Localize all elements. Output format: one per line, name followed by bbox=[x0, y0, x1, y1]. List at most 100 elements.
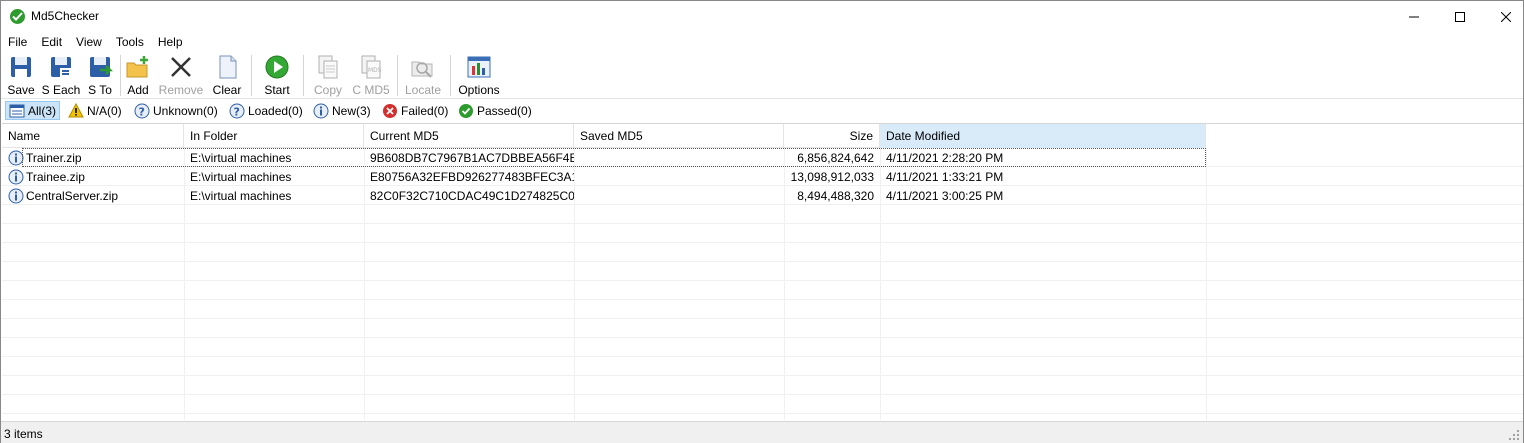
list-header: Name In Folder Current MD5 Saved MD5 Siz… bbox=[2, 124, 1206, 148]
empty-row bbox=[2, 224, 1523, 243]
app-check-icon bbox=[10, 9, 25, 24]
cell-current-md5: 9B608DB7C7967B1AC7DBBEA56F4E... bbox=[370, 151, 574, 165]
list-rows: Trainer.zip E:\virtual machines 9B608DB7… bbox=[2, 148, 1523, 414]
menu-bar: File Edit View Tools Help bbox=[1, 32, 1523, 52]
title-bar: Md5Checker bbox=[1, 1, 1523, 32]
copy-button[interactable]: Copy bbox=[313, 54, 343, 97]
cell-size: 6,856,824,642 bbox=[797, 151, 874, 165]
filter-na-label: N/A(0) bbox=[87, 103, 122, 118]
folder-add-icon bbox=[125, 54, 151, 80]
filter-unknown-label: Unknown(0) bbox=[153, 103, 218, 118]
cell-saved-md5 bbox=[574, 167, 784, 186]
filter-unknown[interactable]: ? Unknown(0) bbox=[131, 101, 221, 120]
toolbar-separator bbox=[450, 55, 451, 96]
empty-row bbox=[2, 319, 1523, 338]
close-button[interactable] bbox=[1483, 1, 1524, 32]
remove-x-icon bbox=[168, 54, 194, 80]
info-icon bbox=[313, 103, 329, 119]
empty-row bbox=[2, 243, 1523, 262]
save-to-icon bbox=[87, 54, 114, 80]
table-row[interactable]: Trainee.zip E:\virtual machines E80756A3… bbox=[2, 167, 1523, 186]
filter-passed[interactable]: Passed(0) bbox=[455, 101, 535, 120]
column-header-saved-md5[interactable]: Saved MD5 bbox=[574, 124, 784, 148]
empty-row bbox=[2, 338, 1523, 357]
status-text: 3 items bbox=[4, 427, 43, 441]
cell-folder: E:\virtual machines bbox=[190, 189, 292, 203]
filter-bar: All(3) N/A(0) ? Unknown(0) ? Loaded(0) N… bbox=[1, 99, 1523, 122]
floppy-disk-icon bbox=[8, 54, 34, 80]
save-button[interactable]: Save bbox=[7, 54, 35, 97]
save-each-label: S Each bbox=[41, 83, 81, 97]
column-header-size[interactable]: Size bbox=[784, 124, 880, 148]
menu-tools[interactable]: Tools bbox=[109, 32, 151, 52]
cell-date: 4/11/2021 3:00:25 PM bbox=[886, 189, 1004, 203]
copy-md5-button[interactable]: MD5 C MD5 bbox=[351, 54, 391, 97]
clear-button[interactable]: Clear bbox=[212, 54, 242, 97]
cell-current-md5: 82C0F32C710CDAC49C1D274825C0... bbox=[370, 189, 574, 203]
options-label: Options bbox=[458, 83, 500, 97]
svg-text:?: ? bbox=[139, 105, 145, 118]
cell-size: 13,098,912,033 bbox=[790, 170, 874, 184]
status-bar: 3 items bbox=[1, 421, 1523, 443]
svg-text:?: ? bbox=[234, 105, 240, 118]
save-to-label: S To bbox=[88, 83, 112, 97]
remove-button[interactable]: Remove bbox=[159, 54, 203, 97]
filter-passed-label: Passed(0) bbox=[477, 103, 532, 118]
menu-file[interactable]: File bbox=[1, 32, 34, 52]
save-each-button[interactable]: S Each bbox=[42, 54, 80, 97]
save-label: Save bbox=[7, 83, 35, 97]
filter-new[interactable]: New(3) bbox=[310, 101, 374, 120]
options-button[interactable]: Options bbox=[457, 54, 501, 97]
cell-size: 8,494,488,320 bbox=[797, 189, 874, 203]
resize-grip-icon[interactable] bbox=[1508, 429, 1520, 441]
filter-loaded[interactable]: ? Loaded(0) bbox=[226, 101, 306, 120]
toolbar-separator bbox=[251, 55, 252, 96]
remove-label: Remove bbox=[158, 83, 204, 97]
cell-name: Trainer.zip bbox=[26, 151, 82, 165]
play-icon bbox=[264, 54, 290, 80]
column-header-folder[interactable]: In Folder bbox=[184, 124, 364, 148]
filter-all[interactable]: All(3) bbox=[5, 101, 61, 120]
filter-all-label: All(3) bbox=[28, 103, 57, 118]
window-title: Md5Checker bbox=[31, 9, 100, 23]
empty-row bbox=[2, 281, 1523, 300]
question-icon: ? bbox=[229, 103, 245, 119]
column-header-date-modified[interactable]: Date Modified bbox=[880, 124, 1206, 148]
maximize-button[interactable] bbox=[1437, 1, 1483, 32]
cell-date: 4/11/2021 1:33:21 PM bbox=[886, 170, 1004, 184]
add-button[interactable]: Add bbox=[125, 54, 151, 97]
warning-icon bbox=[68, 102, 84, 119]
copy-label: Copy bbox=[313, 83, 342, 97]
column-header-name[interactable]: Name bbox=[2, 124, 184, 148]
options-chart-icon bbox=[466, 54, 492, 80]
menu-edit[interactable]: Edit bbox=[34, 32, 69, 52]
column-header-current-md5[interactable]: Current MD5 bbox=[364, 124, 574, 148]
svg-text:MD5: MD5 bbox=[368, 67, 382, 74]
file-list[interactable]: Name In Folder Current MD5 Saved MD5 Siz… bbox=[2, 123, 1523, 420]
filter-na[interactable]: N/A(0) bbox=[65, 101, 125, 120]
menu-help[interactable]: Help bbox=[151, 32, 190, 52]
cell-date: 4/11/2021 2:28:20 PM bbox=[886, 151, 1004, 165]
list-view-icon bbox=[9, 103, 25, 119]
cell-folder: E:\virtual machines bbox=[190, 170, 292, 184]
empty-row bbox=[2, 395, 1523, 414]
locate-folder-icon bbox=[410, 54, 436, 80]
app-window: Md5Checker File Edit View Tools Help Sav… bbox=[0, 0, 1524, 443]
table-row[interactable]: CentralServer.zip E:\virtual machines 82… bbox=[2, 186, 1523, 205]
save-to-button[interactable]: S To bbox=[87, 54, 114, 97]
empty-row bbox=[2, 376, 1523, 395]
menu-view[interactable]: View bbox=[69, 32, 109, 52]
table-row[interactable]: Trainer.zip E:\virtual machines 9B608DB7… bbox=[2, 148, 1523, 167]
minimize-button[interactable] bbox=[1391, 1, 1437, 32]
cell-saved-md5 bbox=[574, 148, 784, 167]
filter-loaded-label: Loaded(0) bbox=[248, 103, 303, 118]
cell-name: Trainee.zip bbox=[26, 170, 85, 184]
start-button[interactable]: Start bbox=[263, 54, 291, 97]
filter-failed[interactable]: Failed(0) bbox=[379, 101, 451, 120]
cell-folder: E:\virtual machines bbox=[190, 151, 292, 165]
empty-row bbox=[2, 300, 1523, 319]
locate-button[interactable]: Locate bbox=[404, 54, 442, 97]
error-x-icon bbox=[382, 103, 398, 119]
cell-current-md5: E80756A32EFBD926277483BFEC3A1... bbox=[370, 170, 574, 184]
blank-page-icon bbox=[214, 54, 240, 80]
